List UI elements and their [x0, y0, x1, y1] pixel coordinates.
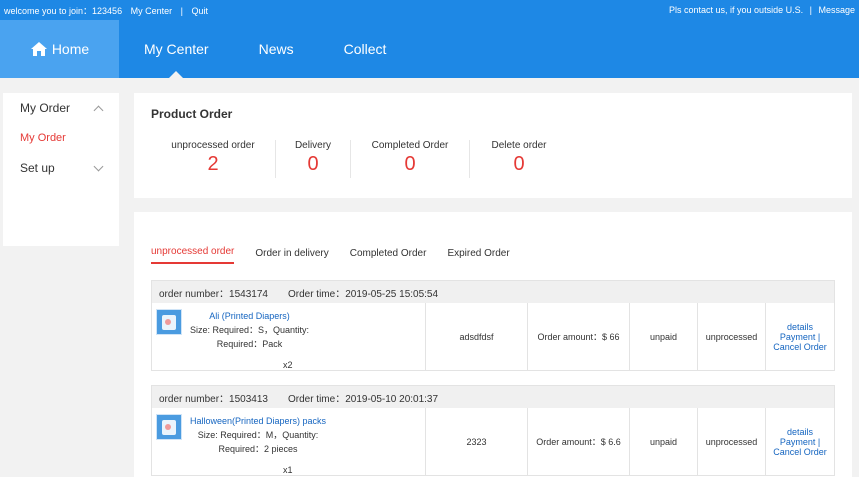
nav-home-label: Home [51, 41, 90, 57]
top-strip-left: welcome you to join：123456 My Center | Q… [4, 4, 214, 17]
order-code: 2323 [425, 408, 527, 475]
order-actions: details Payment | Cancel Order [765, 303, 834, 370]
stat-completed[interactable]: Completed Order 0 [351, 140, 469, 178]
stat-value: 0 [307, 153, 319, 175]
product-order-panel: Product Order unprocessed order 2 Delive… [134, 93, 852, 198]
product-qty: x2 [283, 360, 293, 370]
sidebar-subitem-my-order[interactable]: My Order [20, 123, 102, 153]
top-separator-2: | [809, 5, 812, 15]
product-info: Halloween(Printed Diapers) packs Size: R… [190, 414, 326, 456]
cancel-order-link[interactable]: Cancel Order [773, 342, 827, 352]
order-status: unprocessed [697, 408, 765, 475]
stat-label: Delete order [491, 140, 547, 151]
orders-panel: unprocessed order Order in delivery Comp… [134, 212, 852, 477]
message-link[interactable]: Message [818, 5, 855, 15]
nav-home[interactable]: Home [0, 20, 119, 78]
order-number: order number：1503413 [159, 393, 268, 405]
quit-link[interactable]: Quit [191, 6, 208, 16]
top-strip-right: Pls contact us, if you outside U.S. | Me… [665, 5, 855, 15]
chevron-up-icon [93, 105, 104, 115]
diaper-pack-icon [162, 419, 176, 435]
product-cell: Halloween(Printed Diapers) packs Size: R… [152, 408, 425, 475]
product-size: Size: Required：S，Quantity: [190, 325, 310, 335]
nav-item-my-center[interactable]: My Center [119, 20, 234, 78]
my-center-link[interactable]: My Center [131, 6, 173, 16]
order-time: Order time：2019-05-25 15:05:54 [287, 288, 439, 300]
stat-label: Completed Order [371, 140, 449, 151]
stat-delivery[interactable]: Delivery 0 [276, 140, 350, 178]
top-separator: | [180, 5, 183, 16]
stat-label: Delivery [294, 140, 332, 151]
stat-deleted[interactable]: Delete order 0 [470, 140, 568, 178]
order-amount: Order amount：$ 6.6 [527, 408, 629, 475]
order-header: order number：1503413 Order time：2019-05-… [152, 386, 834, 408]
sidebar-item-set-up[interactable]: Set up [20, 153, 104, 183]
sidebar-item-my-order[interactable]: My Order [20, 93, 104, 123]
home-icon [30, 42, 47, 56]
order-card: order number：1543174 Order time：2019-05-… [151, 280, 835, 371]
main-nav: Home My Center News Collect [0, 20, 859, 78]
tab-expired[interactable]: Expired Order [447, 248, 509, 264]
payment-status: unpaid [629, 408, 697, 475]
cancel-order-link[interactable]: Cancel Order [773, 447, 827, 457]
details-link[interactable]: details [787, 322, 813, 332]
stat-label: unprocessed order [171, 140, 255, 151]
product-thumbnail[interactable] [156, 309, 182, 335]
order-stats: unprocessed order 2 Delivery 0 Completed… [151, 140, 835, 178]
tab-completed[interactable]: Completed Order [350, 248, 427, 264]
sidebar-item-label: Set up [20, 161, 55, 175]
order-row: Ali (Printed Diapers) Size: Required：S，Q… [152, 303, 834, 370]
order-code: adsdfdsf [425, 303, 527, 370]
welcome-text: welcome you to join：123456 [4, 5, 123, 16]
order-time: Order time：2019-05-10 20:01:37 [287, 393, 439, 405]
order-status: unprocessed [697, 303, 765, 370]
diaper-pack-icon [162, 314, 176, 330]
order-row: Halloween(Printed Diapers) packs Size: R… [152, 408, 834, 475]
payment-link[interactable]: Payment | [780, 332, 820, 342]
tab-unprocessed[interactable]: unprocessed order [151, 246, 235, 264]
sidebar: My Order My Order Set up [3, 93, 119, 246]
product-name-link[interactable]: Halloween(Printed Diapers) packs [190, 414, 326, 428]
product-info: Ali (Printed Diapers) Size: Required：S，Q… [190, 309, 309, 351]
details-link[interactable]: details [787, 427, 813, 437]
tab-in-delivery[interactable]: Order in delivery [255, 248, 328, 264]
sidebar-item-label: My Order [20, 101, 71, 115]
order-card: order number：1503413 Order time：2019-05-… [151, 385, 835, 476]
payment-link[interactable]: Payment | [780, 437, 820, 447]
order-header: order number：1543174 Order time：2019-05-… [152, 281, 834, 303]
nav-item-news[interactable]: News [234, 20, 319, 78]
product-required: Required：2 pieces [218, 444, 298, 454]
order-actions: details Payment | Cancel Order [765, 408, 834, 475]
chevron-down-icon [93, 161, 104, 171]
product-name-link[interactable]: Ali (Printed Diapers) [190, 309, 309, 323]
sidebar-section-set-up: Set up [3, 153, 119, 183]
stat-value: 0 [513, 153, 525, 175]
contact-link[interactable]: Pls contact us, if you outside U.S. [669, 5, 803, 15]
product-order-title: Product Order [151, 107, 233, 121]
stat-unprocessed[interactable]: unprocessed order 2 [151, 140, 275, 178]
product-required: Required：Pack [216, 339, 283, 349]
product-thumbnail[interactable] [156, 414, 182, 440]
order-tabs: unprocessed order Order in delivery Comp… [151, 226, 835, 264]
stat-value: 0 [404, 153, 416, 175]
top-strip: welcome you to join：123456 My Center | Q… [0, 0, 859, 20]
nav-item-collect[interactable]: Collect [319, 20, 412, 78]
order-number: order number：1543174 [159, 288, 268, 300]
stat-value: 2 [207, 153, 219, 175]
order-amount: Order amount：$ 66 [527, 303, 629, 370]
product-qty: x1 [283, 465, 293, 475]
product-cell: Ali (Printed Diapers) Size: Required：S，Q… [152, 303, 425, 370]
product-size: Size: Required：M，Quantity: [197, 430, 319, 440]
payment-status: unpaid [629, 303, 697, 370]
sidebar-section-my-order: My Order My Order [3, 93, 119, 153]
